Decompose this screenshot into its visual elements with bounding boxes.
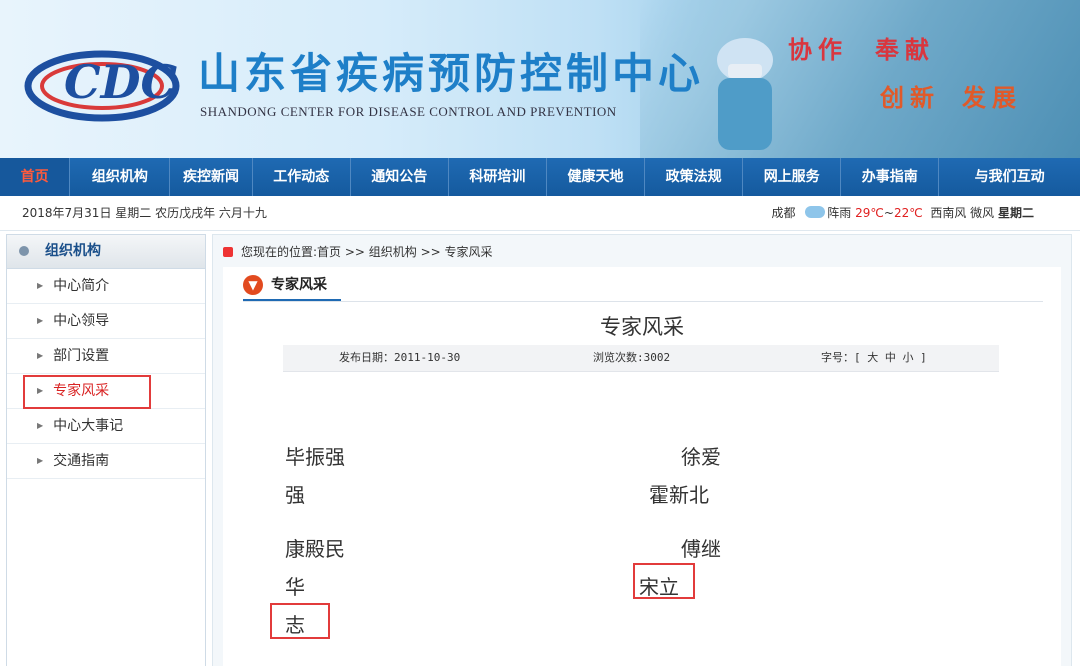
sidebar-item-experts[interactable]: ▶ 专家风采 xyxy=(7,374,205,409)
tab-experts[interactable]: ▼ 专家风采 xyxy=(243,271,341,301)
site-title: 山东省疾病预防控制中心 xyxy=(198,49,705,98)
expert-name: 康殿民 xyxy=(285,537,345,561)
view-count: 浏览次数:3002 xyxy=(593,351,671,364)
sidebar-item-events[interactable]: ▶ 中心大事记 xyxy=(7,409,205,444)
nav-organization[interactable]: 组织机构 xyxy=(70,158,171,196)
nav-interact[interactable]: 与我们互动 xyxy=(939,158,1080,196)
slogan-1: 协作 xyxy=(788,35,848,64)
sidebar-heading: 组织机构 xyxy=(7,235,205,269)
main-nav: 首页 组织机构 疾控新闻 工作动态 通知公告 科研培训 健康天地 政策法规 网上… xyxy=(0,158,1080,196)
nav-home[interactable]: 首页 xyxy=(0,158,71,196)
breadcrumb-text: 您现在的位置:首页 >> 组织机构 >> 专家风采 xyxy=(241,245,493,259)
highlight-box xyxy=(270,603,330,639)
article-panel: ▼ 专家风采 专家风采 发布日期：2011-10-30 浏览次数:3002 字号：… xyxy=(223,267,1061,666)
sidebar-item-label: 中心简介 xyxy=(53,278,110,294)
location-icon xyxy=(223,247,233,257)
nav-news[interactable]: 疾控新闻 xyxy=(170,158,253,196)
logo-text: CDC xyxy=(64,55,178,109)
sidebar-heading-label: 组织机构 xyxy=(45,243,101,259)
main-content: 您现在的位置:首页 >> 组织机构 >> 专家风采 ▼ 专家风采 专家风采 发布日… xyxy=(212,234,1072,666)
highlight-box xyxy=(633,563,695,599)
article-meta: 发布日期：2011-10-30 浏览次数:3002 字号：[ 大 中 小 ] xyxy=(283,345,999,372)
temp-high: 29℃ xyxy=(855,206,884,220)
expert-name: 毕振强 xyxy=(285,445,345,469)
triangle-right-icon: ▶ xyxy=(37,456,44,465)
nav-guide[interactable]: 办事指南 xyxy=(841,158,940,196)
cdc-logo: CDC xyxy=(24,50,180,122)
scientist-illustration xyxy=(717,38,773,150)
sidebar-item-label: 部门设置 xyxy=(53,348,110,364)
site-banner: CDC 山东省疾病预防控制中心 SHANDONG CENTER FOR DISE… xyxy=(0,0,1080,158)
temp-separator: ~ xyxy=(883,206,894,220)
tab-divider xyxy=(243,301,1043,302)
expert-name: 华 xyxy=(285,575,305,599)
nav-notices[interactable]: 通知公告 xyxy=(351,158,449,196)
article-title: 专家风采 xyxy=(600,315,684,339)
temp-low: 22℃ xyxy=(893,206,923,220)
expert-name: 徐爱 xyxy=(681,445,721,469)
sidebar-item-label: 交通指南 xyxy=(53,453,110,469)
triangle-right-icon: ▶ xyxy=(37,316,44,325)
expert-name: 强 xyxy=(285,483,305,507)
expert-name: 霍新北 xyxy=(649,483,709,507)
date-weather-bar: 2018年7月31日 星期二 农历戊戌年 六月十九 成都 阵雨 29℃~22℃ … xyxy=(0,196,1080,231)
triangle-right-icon: ▶ xyxy=(37,386,44,395)
sidebar-item-traffic[interactable]: ▶ 交通指南 xyxy=(7,444,205,479)
sidebar-item-leaders[interactable]: ▶ 中心领导 xyxy=(7,304,205,339)
triangle-right-icon: ▶ xyxy=(37,421,44,430)
current-date: 2018年7月31日 星期二 农历戊戌年 六月十九 xyxy=(22,206,267,220)
weather-condition: 阵雨 xyxy=(827,206,852,220)
sidebar-item-label: 中心大事记 xyxy=(53,418,124,434)
weather-city: 成都 xyxy=(771,206,796,220)
sidebar-item-label: 专家风采 xyxy=(53,383,110,399)
sidebar-item-departments[interactable]: ▶ 部门设置 xyxy=(7,339,205,374)
site-subtitle: SHANDONG CENTER FOR DISEASE CONTROL AND … xyxy=(200,104,617,119)
nav-research[interactable]: 科研培训 xyxy=(449,158,547,196)
cloud-rain-icon xyxy=(805,206,826,218)
slogan-3: 创新 xyxy=(880,83,940,112)
triangle-right-icon: ▶ xyxy=(37,351,44,360)
triangle-right-icon: ▶ xyxy=(37,281,44,290)
breadcrumb: 您现在的位置:首页 >> 组织机构 >> 专家风采 xyxy=(223,243,493,260)
arrow-down-circle-icon: ▼ xyxy=(243,275,263,295)
wind: 西南风 微风 xyxy=(930,206,995,220)
sidebar-item-label: 中心领导 xyxy=(53,313,110,329)
nav-online-service[interactable]: 网上服务 xyxy=(743,158,842,196)
weekday: 星期二 xyxy=(997,206,1034,220)
expert-name: 傅继 xyxy=(681,537,721,561)
bullet-icon xyxy=(19,246,29,256)
sidebar-item-intro[interactable]: ▶ 中心简介 xyxy=(7,269,205,304)
tab-label: 专家风采 xyxy=(271,277,327,293)
nav-policy[interactable]: 政策法规 xyxy=(645,158,744,196)
sidebar: 组织机构 ▶ 中心简介 ▶ 中心领导 ▶ 部门设置 ▶ 专家风采 ▶ 中心大事记 ▶ 交通指… xyxy=(6,234,206,666)
nav-health[interactable]: 健康天地 xyxy=(547,158,646,196)
publish-date: 发布日期：2011-10-30 xyxy=(339,351,461,364)
slogan-4: 发展 xyxy=(962,83,1022,112)
font-size-control[interactable]: 字号：[ 大 中 小 ] xyxy=(821,345,927,371)
weather-widget: 成都 阵雨 29℃~22℃ 西南风 微风 星期二 xyxy=(771,196,1034,230)
nav-work[interactable]: 工作动态 xyxy=(253,158,351,196)
slogan-2: 奉献 xyxy=(875,35,935,64)
